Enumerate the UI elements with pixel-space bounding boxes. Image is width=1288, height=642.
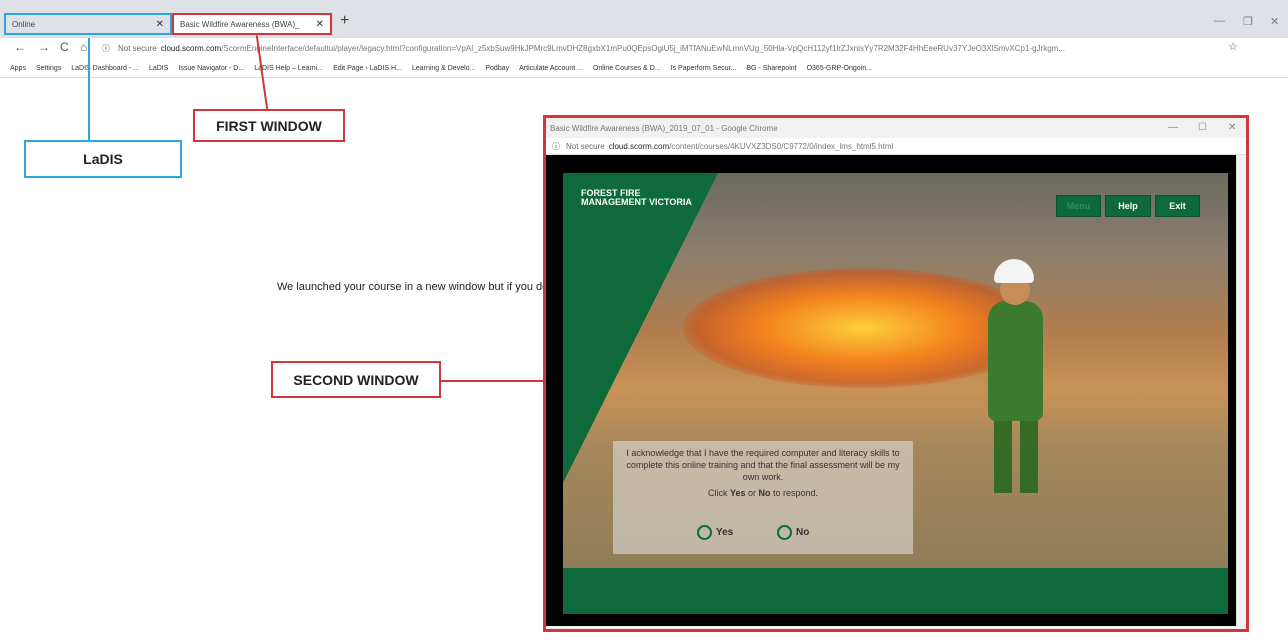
url-domain: cloud.scorm.com <box>160 44 222 53</box>
star-icon[interactable]: ☆ <box>1228 40 1238 53</box>
new-tab-button[interactable]: + <box>340 12 349 30</box>
acknowledgement-text: I acknowledge that I have the required c… <box>626 448 900 482</box>
firefighter-body <box>988 301 1043 421</box>
firefighter-image <box>958 253 1078 498</box>
respond-mid: or <box>745 488 759 498</box>
maximize-icon[interactable]: ❐ <box>1243 15 1253 28</box>
yes-radio-icon[interactable] <box>697 525 712 540</box>
second-window-titlebar[interactable]: Basic Wildfire Awareness (BWA)_2019_07_0… <box>546 118 1246 138</box>
bookmark-bg-sharepoint[interactable]: BG - Sharepoint <box>746 65 796 72</box>
minimize-icon[interactable]: — <box>1214 15 1225 27</box>
second-window-address-bar[interactable]: ⓘ Not secure cloud.scorm.com /content/co… <box>546 138 1246 155</box>
respond-yes: Yes <box>729 488 746 498</box>
first-window-annotation: FIRST WINDOW <box>193 109 345 142</box>
bookmark-edit-page[interactable]: Edit Page › LaDIS H... <box>333 65 402 72</box>
info-icon[interactable]: ⓘ <box>102 43 110 54</box>
bookmark-ladis-dashboard[interactable]: LaDIS Dashboard - ... <box>71 65 139 72</box>
bookmark-ladis[interactable]: LaDIS <box>149 65 168 72</box>
not-secure-label: Not secure <box>566 141 605 151</box>
second-window-annotation: SECOND WINDOW <box>271 361 441 398</box>
scrollbar[interactable] <box>1236 155 1246 626</box>
url-domain: cloud.scorm.com <box>608 141 670 151</box>
bookmark-podbay[interactable]: Podbay <box>485 65 509 72</box>
minimize-icon[interactable]: — <box>1168 122 1178 133</box>
close-window-icon[interactable]: ✕ <box>1270 15 1279 28</box>
firefighter-leg <box>994 413 1012 493</box>
acknowledgement-panel: I acknowledge that I have the required c… <box>613 441 913 554</box>
bookmark-ladis-help[interactable]: LaDIS Help – Learni... <box>254 65 323 72</box>
help-button[interactable]: Help <box>1105 195 1151 217</box>
reload-icon[interactable]: C <box>60 40 69 54</box>
ladis-tab-highlight <box>4 13 172 35</box>
address-bar[interactable]: ⓘ Not secure cloud.scorm.com /ScormEngin… <box>102 40 1212 57</box>
ffmv-logo: FOREST FIRE MANAGEMENT VICTORIA <box>581 189 692 207</box>
bookmark-articulate[interactable]: Articulate Account ... <box>519 65 583 72</box>
bookmark-learning[interactable]: Learning & Develo... <box>412 65 475 72</box>
bookmarks-bar: Apps Settings LaDIS Dashboard - ... LaDI… <box>0 60 1288 78</box>
second-window[interactable]: Basic Wildfire Awareness (BWA)_2019_07_0… <box>543 115 1249 632</box>
url-path: /content/courses/4KUVXZ3DS0/C9772/0/inde… <box>669 141 894 151</box>
bookmark-online-courses[interactable]: Online Courses & D... <box>593 65 661 72</box>
yes-label: Yes <box>716 526 734 538</box>
bookmark-issue-navigator[interactable]: Issue Navigator - D... <box>178 65 244 72</box>
launch-message: We launched your course in a new window … <box>277 281 549 293</box>
yes-option[interactable]: Yes <box>697 525 733 540</box>
respond-no: No <box>758 488 771 498</box>
course-footer <box>563 568 1228 614</box>
bookmark-o365[interactable]: O365-GRP-Ongoin... <box>807 65 872 72</box>
bookmark-paperform[interactable]: Is Paperform Secur... <box>671 65 737 72</box>
firefighter-leg <box>1020 413 1038 493</box>
no-label: No <box>796 526 810 538</box>
bookmark-apps[interactable]: Apps <box>10 65 26 72</box>
no-radio-icon[interactable] <box>777 525 792 540</box>
bookmark-settings[interactable]: Settings <box>36 65 61 72</box>
respond-prefix: Click <box>707 488 730 498</box>
respond-suffix: to respond. <box>770 488 819 498</box>
home-icon[interactable]: ⌂ <box>80 40 87 54</box>
logo-line2: MANAGEMENT VICTORIA <box>581 197 692 207</box>
back-icon[interactable]: ← <box>14 40 26 54</box>
course-viewport: FOREST FIRE MANAGEMENT VICTORIA Menu Hel… <box>546 155 1236 626</box>
ladis-annotation: LaDIS <box>24 140 182 178</box>
second-window-pointer-line <box>441 380 543 382</box>
ladis-pointer-line <box>88 38 90 140</box>
exit-button[interactable]: Exit <box>1155 195 1200 217</box>
no-option[interactable]: No <box>777 525 809 540</box>
second-window-title: Basic Wildfire Awareness (BWA)_2019_07_0… <box>550 123 778 133</box>
forward-icon[interactable]: → <box>38 40 50 54</box>
first-window-tab-highlight <box>172 13 332 35</box>
close-icon[interactable]: ✕ <box>1228 122 1236 133</box>
respond-instruction: Click Yes or No to respond. <box>613 487 913 499</box>
url-path: /ScormEngineInterface/defaultui/player/l… <box>221 44 1065 53</box>
not-secure-label: Not secure <box>118 44 157 53</box>
course-slide: FOREST FIRE MANAGEMENT VICTORIA Menu Hel… <box>563 173 1228 568</box>
info-icon: ⓘ <box>552 141 560 151</box>
helmet-icon <box>994 259 1034 283</box>
maximize-icon[interactable]: ☐ <box>1198 122 1207 133</box>
menu-button[interactable]: Menu <box>1056 195 1101 217</box>
